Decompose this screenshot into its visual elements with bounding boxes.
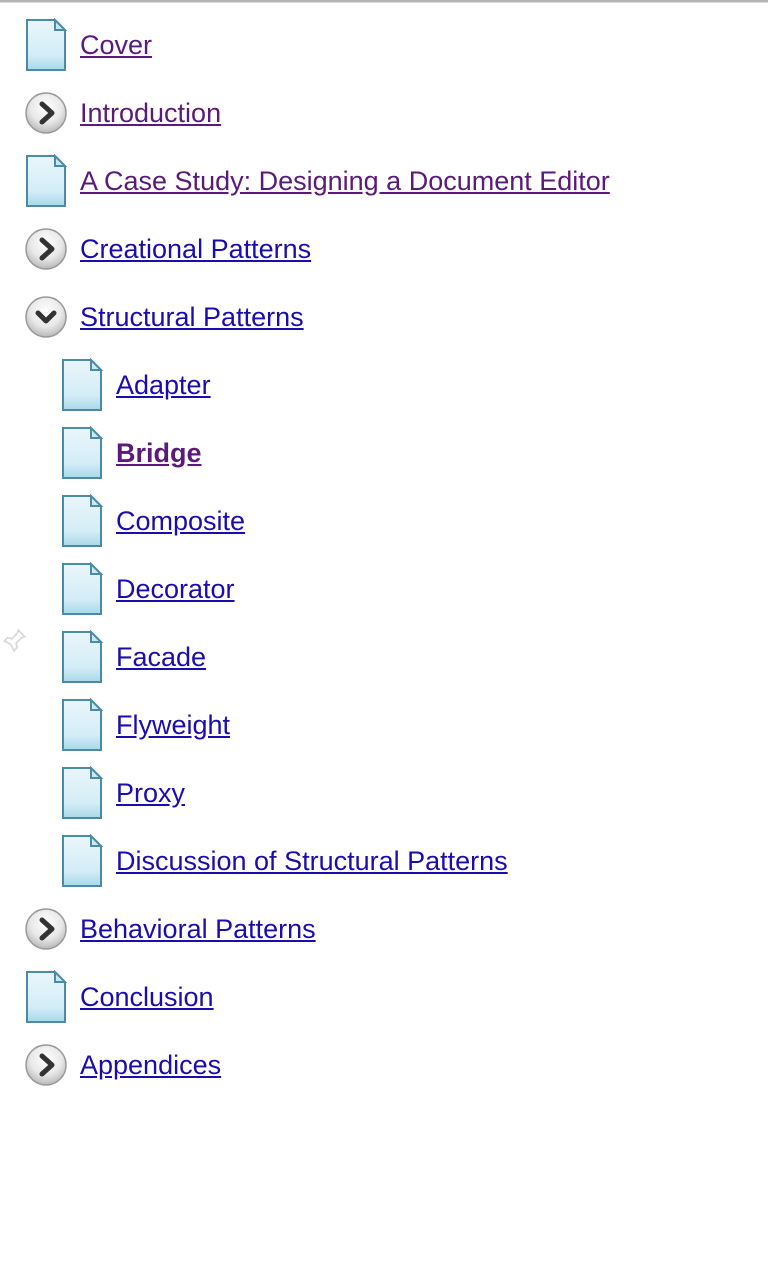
page-icon bbox=[57, 766, 107, 820]
toc-item: A Case Study: Designing a Document Edito… bbox=[18, 153, 768, 209]
toc-icon-slot[interactable] bbox=[18, 85, 74, 141]
chevron-right-icon[interactable] bbox=[24, 227, 68, 271]
page-icon bbox=[57, 698, 107, 752]
toc-link[interactable]: Composite bbox=[116, 506, 245, 537]
toc-item: Creational Patterns bbox=[18, 221, 768, 277]
toc-item: Behavioral Patterns bbox=[18, 901, 768, 957]
page-icon bbox=[21, 154, 71, 208]
toc-item: Adapter bbox=[18, 357, 768, 413]
toc-link[interactable]: Decorator bbox=[116, 574, 235, 605]
chevron-right-icon[interactable] bbox=[24, 1043, 68, 1087]
toc-item: Composite bbox=[18, 493, 768, 549]
toc-link[interactable]: Appendices bbox=[80, 1050, 221, 1081]
toc-item: Proxy bbox=[18, 765, 768, 821]
toc-item: Structural Patterns bbox=[18, 289, 768, 345]
toc-item: Flyweight bbox=[18, 697, 768, 753]
chevron-right-icon[interactable] bbox=[24, 907, 68, 951]
page-icon bbox=[57, 630, 107, 684]
toc-link[interactable]: Introduction bbox=[80, 98, 221, 129]
toc-item: Discussion of Structural Patterns bbox=[18, 833, 768, 889]
toc-item: Decorator bbox=[18, 561, 768, 617]
table-of-contents: Cover Introduction A Case Study: Designi… bbox=[0, 3, 768, 1093]
toc-icon-slot[interactable] bbox=[18, 1037, 74, 1093]
toc-icon-slot bbox=[54, 833, 110, 889]
toc-icon-slot bbox=[18, 153, 74, 209]
toc-link[interactable]: Structural Patterns bbox=[80, 302, 304, 333]
toc-link[interactable]: Flyweight bbox=[116, 710, 230, 741]
toc-link[interactable]: Cover bbox=[80, 30, 152, 61]
toc-icon-slot[interactable] bbox=[18, 901, 74, 957]
toc-icon-slot bbox=[54, 357, 110, 413]
toc-link[interactable]: Conclusion bbox=[80, 982, 214, 1013]
chevron-down-icon[interactable] bbox=[24, 295, 68, 339]
toc-item: Appendices bbox=[18, 1037, 768, 1093]
toc-icon-slot bbox=[18, 969, 74, 1025]
toc-icon-slot bbox=[54, 765, 110, 821]
page-icon bbox=[57, 358, 107, 412]
toc-item: Facade bbox=[18, 629, 768, 685]
toc-icon-slot bbox=[54, 629, 110, 685]
page-icon bbox=[21, 970, 71, 1024]
toc-icon-slot[interactable] bbox=[18, 221, 74, 277]
toc-link[interactable]: A Case Study: Designing a Document Edito… bbox=[80, 166, 610, 197]
toc-item: Introduction bbox=[18, 85, 768, 141]
toc-item: Bridge bbox=[18, 425, 768, 481]
toc-link[interactable]: Creational Patterns bbox=[80, 234, 311, 265]
toc-icon-slot[interactable] bbox=[18, 289, 74, 345]
page-icon bbox=[57, 834, 107, 888]
page-icon bbox=[57, 562, 107, 616]
toc-link[interactable]: Behavioral Patterns bbox=[80, 914, 316, 945]
toc-icon-slot bbox=[54, 425, 110, 481]
toc-icon-slot bbox=[54, 493, 110, 549]
page-icon bbox=[57, 494, 107, 548]
chevron-right-icon[interactable] bbox=[24, 91, 68, 135]
toc-item: Conclusion bbox=[18, 969, 768, 1025]
toc-icon-slot bbox=[54, 697, 110, 753]
toc-link[interactable]: Discussion of Structural Patterns bbox=[116, 846, 508, 877]
page-icon bbox=[57, 426, 107, 480]
toc-item: Cover bbox=[18, 17, 768, 73]
toc-link[interactable]: Proxy bbox=[116, 778, 185, 809]
toc-icon-slot bbox=[54, 561, 110, 617]
toc-icon-slot bbox=[18, 17, 74, 73]
toc-link[interactable]: Bridge bbox=[116, 438, 202, 469]
toc-link[interactable]: Facade bbox=[116, 642, 206, 673]
page-icon bbox=[21, 18, 71, 72]
toc-link[interactable]: Adapter bbox=[116, 370, 211, 401]
